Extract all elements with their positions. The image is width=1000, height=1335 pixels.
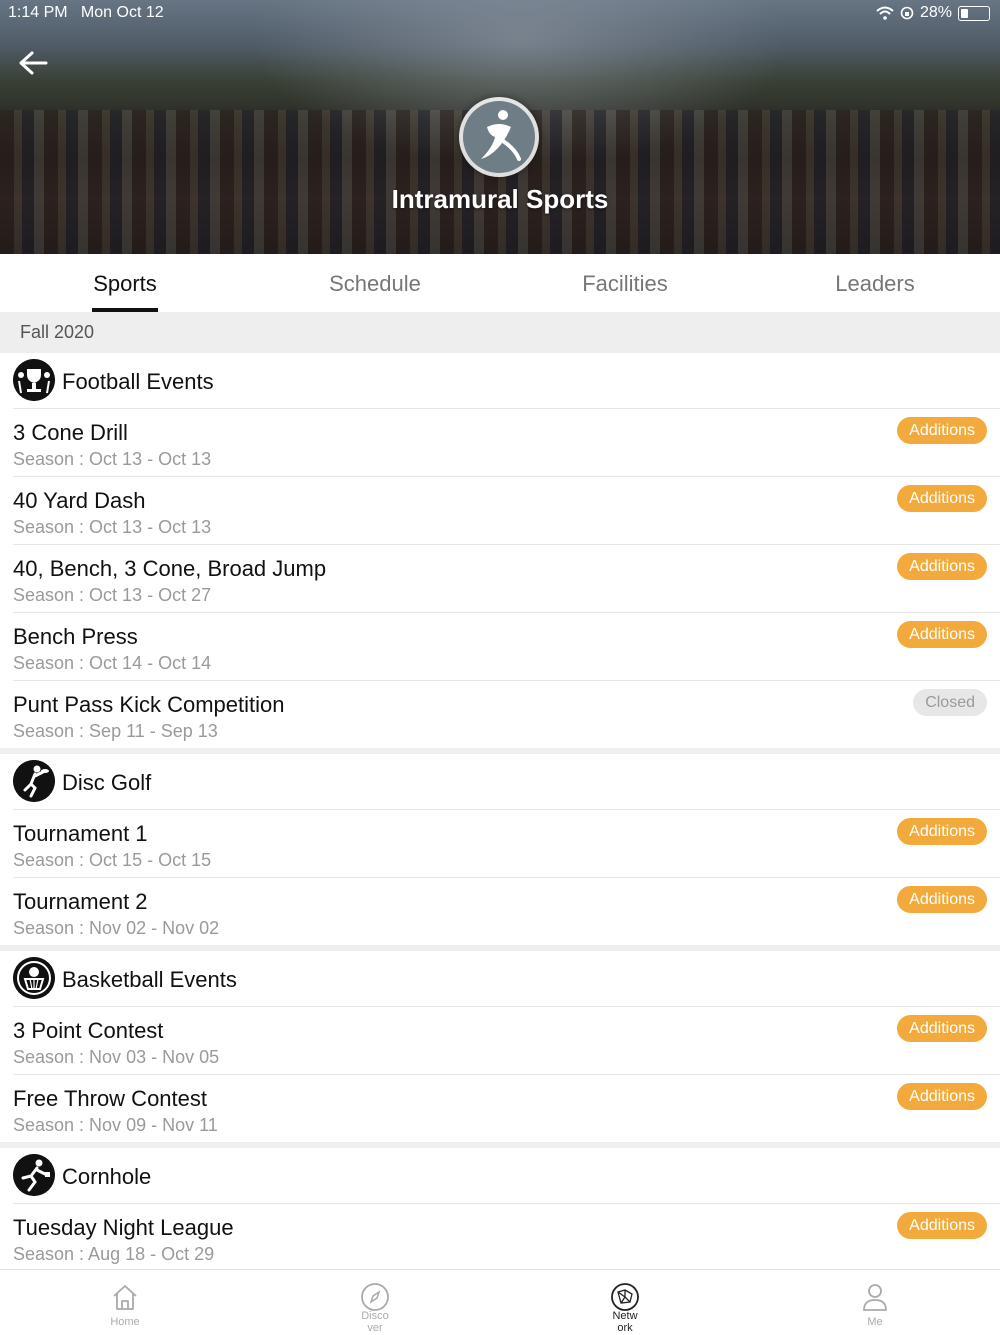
event-row[interactable]: 40, Bench, 3 Cone, Broad Jump Season : O…: [13, 545, 1000, 613]
tab-facilities[interactable]: Facilities: [500, 254, 750, 312]
status-time: 1:14 PM Mon Oct 12: [8, 4, 164, 21]
status-badge[interactable]: Additions: [897, 553, 987, 580]
event-name: 40 Yard Dash: [13, 488, 146, 513]
football-trophy-icon: [13, 359, 55, 401]
tab-schedule[interactable]: Schedule: [250, 254, 500, 312]
status-badge[interactable]: Additions: [897, 1083, 987, 1110]
group-name: Disc Golf: [62, 770, 152, 795]
athlete-logo-icon: [463, 101, 535, 173]
group-header-cornhole[interactable]: Cornhole: [13, 1148, 1000, 1204]
event-name: Tuesday Night League: [13, 1215, 234, 1240]
nav-me[interactable]: Me: [750, 1270, 1000, 1335]
status-badge[interactable]: Additions: [897, 1212, 987, 1239]
disc-golf-icon: [13, 760, 55, 802]
battery-percent: 28%: [919, 4, 952, 21]
event-row[interactable]: 3 Point Contest Season : Nov 03 - Nov 05…: [13, 1007, 1000, 1075]
group-header-football[interactable]: Football Events: [13, 353, 1000, 409]
event-season: Season : Oct 14 - Oct 14: [13, 653, 212, 673]
event-season: Season : Oct 15 - Oct 15: [13, 850, 212, 870]
event-season: Season : Oct 13 - Oct 13: [13, 449, 212, 469]
group-name: Basketball Events: [62, 967, 237, 992]
event-name: 3 Cone Drill: [13, 420, 128, 445]
wifi-icon: [876, 6, 894, 20]
tab-leaders[interactable]: Leaders: [750, 254, 1000, 312]
home-icon: [113, 1285, 137, 1310]
nav-network[interactable]: Netw ork: [500, 1270, 750, 1335]
tab-bar: Sports Schedule Facilities Leaders: [0, 254, 1000, 312]
event-row[interactable]: Bench Press Season : Oct 14 - Oct 14 Add…: [13, 613, 1000, 681]
nav-label: Netw ork: [612, 1310, 638, 1334]
basketball-hoop-icon: [13, 957, 55, 999]
status-badge[interactable]: Additions: [897, 417, 987, 444]
status-badge[interactable]: Additions: [897, 485, 987, 512]
event-row[interactable]: 3 Cone Drill Season : Oct 13 - Oct 13 Ad…: [13, 409, 1000, 477]
event-name: 40, Bench, 3 Cone, Broad Jump: [13, 556, 327, 581]
battery-icon: [958, 5, 990, 21]
nav-label: Me: [867, 1316, 883, 1328]
nav-home[interactable]: Home: [0, 1270, 250, 1335]
header-banner: 1:14 PM Mon Oct 12 28% Intramural Sports: [0, 0, 1000, 254]
orientation-lock-icon: [900, 6, 914, 20]
group-name: Cornhole: [62, 1164, 152, 1189]
status-badge[interactable]: Additions: [897, 886, 987, 913]
event-row[interactable]: Tournament 2 Season : Nov 02 - Nov 02 Ad…: [13, 878, 1000, 945]
cornhole-icon: [13, 1154, 55, 1196]
season-header: Fall 2020: [0, 312, 1000, 353]
back-arrow-icon[interactable]: [16, 48, 50, 78]
status-badge[interactable]: Additions: [897, 1015, 987, 1042]
event-name: Punt Pass Kick Competition: [13, 692, 285, 717]
event-row[interactable]: 40 Yard Dash Season : Oct 13 - Oct 13 Ad…: [13, 477, 1000, 545]
event-season: Season : Oct 13 - Oct 27: [13, 585, 212, 605]
bottom-nav: Home Disco ver Netw ork Me: [0, 1269, 1000, 1335]
event-season: Season : Aug 18 - Oct 29: [13, 1244, 215, 1264]
event-row[interactable]: Tuesday Night League Season : Aug 18 - O…: [13, 1204, 1000, 1271]
event-name: Tournament 2: [13, 889, 148, 914]
event-season: Season : Sep 11 - Sep 13: [13, 721, 218, 741]
status-badge[interactable]: Additions: [897, 621, 987, 648]
nav-label: Disco ver: [361, 1310, 389, 1334]
status-bar: 1:14 PM Mon Oct 12 28%: [0, 4, 1000, 24]
event-season: Season : Oct 13 - Oct 13: [13, 517, 212, 537]
nav-discover[interactable]: Disco ver: [250, 1270, 500, 1335]
event-season: Season : Nov 03 - Nov 05: [13, 1047, 220, 1067]
season-label: Fall 2020: [20, 322, 95, 342]
network-icon: [611, 1283, 639, 1311]
status-badge-closed: Closed: [913, 689, 987, 716]
status-badge[interactable]: Additions: [897, 818, 987, 845]
page-title: Intramural Sports: [391, 184, 609, 214]
compass-icon: [361, 1283, 389, 1311]
event-name: Bench Press: [13, 624, 138, 649]
event-row[interactable]: Free Throw Contest Season : Nov 09 - Nov…: [13, 1075, 1000, 1142]
event-name: Free Throw Contest: [13, 1086, 208, 1111]
event-row[interactable]: Tournament 1 Season : Oct 15 - Oct 15 Ad…: [13, 810, 1000, 878]
group-header-basketball[interactable]: Basketball Events: [13, 951, 1000, 1007]
event-season: Season : Nov 09 - Nov 11: [13, 1115, 218, 1135]
tab-sports[interactable]: Sports: [0, 254, 250, 312]
group-name: Football Events: [62, 369, 214, 394]
intramural-logo: [459, 97, 539, 177]
event-name: Tournament 1: [13, 821, 148, 846]
nav-label: Home: [110, 1316, 140, 1328]
event-row[interactable]: Punt Pass Kick Competition Season : Sep …: [13, 681, 1000, 748]
group-header-disc-golf[interactable]: Disc Golf: [13, 754, 1000, 810]
sports-list: Football Events 3 Cone Drill Season : Oc…: [0, 353, 1000, 1271]
event-name: 3 Point Contest: [13, 1018, 164, 1043]
event-season: Season : Nov 02 - Nov 02: [13, 918, 220, 938]
person-icon: [863, 1284, 887, 1311]
